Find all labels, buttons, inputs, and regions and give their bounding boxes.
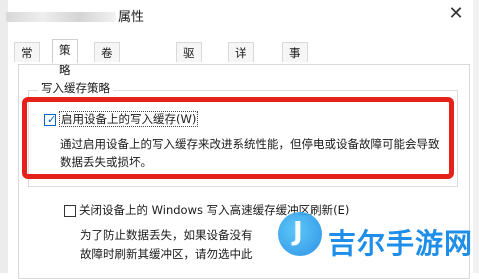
tab-driver[interactable]: 驱动程序	[176, 42, 202, 120]
tab-policies[interactable]: 策略	[52, 39, 78, 77]
background-window-edge-right	[473, 0, 479, 273]
tab-volumes[interactable]: 卷	[94, 42, 120, 62]
blurred-device-name	[6, 12, 116, 22]
highlight-annotation-box	[22, 97, 454, 179]
tab-details[interactable]: 详细信息	[228, 42, 254, 120]
write-cache-group-title: 写入缓存策略	[38, 80, 113, 96]
window-title: 属性	[118, 10, 145, 25]
tab-events[interactable]: 事件	[282, 42, 308, 80]
tab-general[interactable]: 常规	[14, 42, 40, 80]
watermark-text: 吉尔手游网	[328, 227, 474, 260]
disable-flush-checkbox[interactable]	[64, 205, 76, 217]
background-window-edge	[0, 0, 8, 273]
watermark-logo-letter: J	[293, 217, 303, 247]
close-icon[interactable]: ✕	[445, 2, 467, 26]
